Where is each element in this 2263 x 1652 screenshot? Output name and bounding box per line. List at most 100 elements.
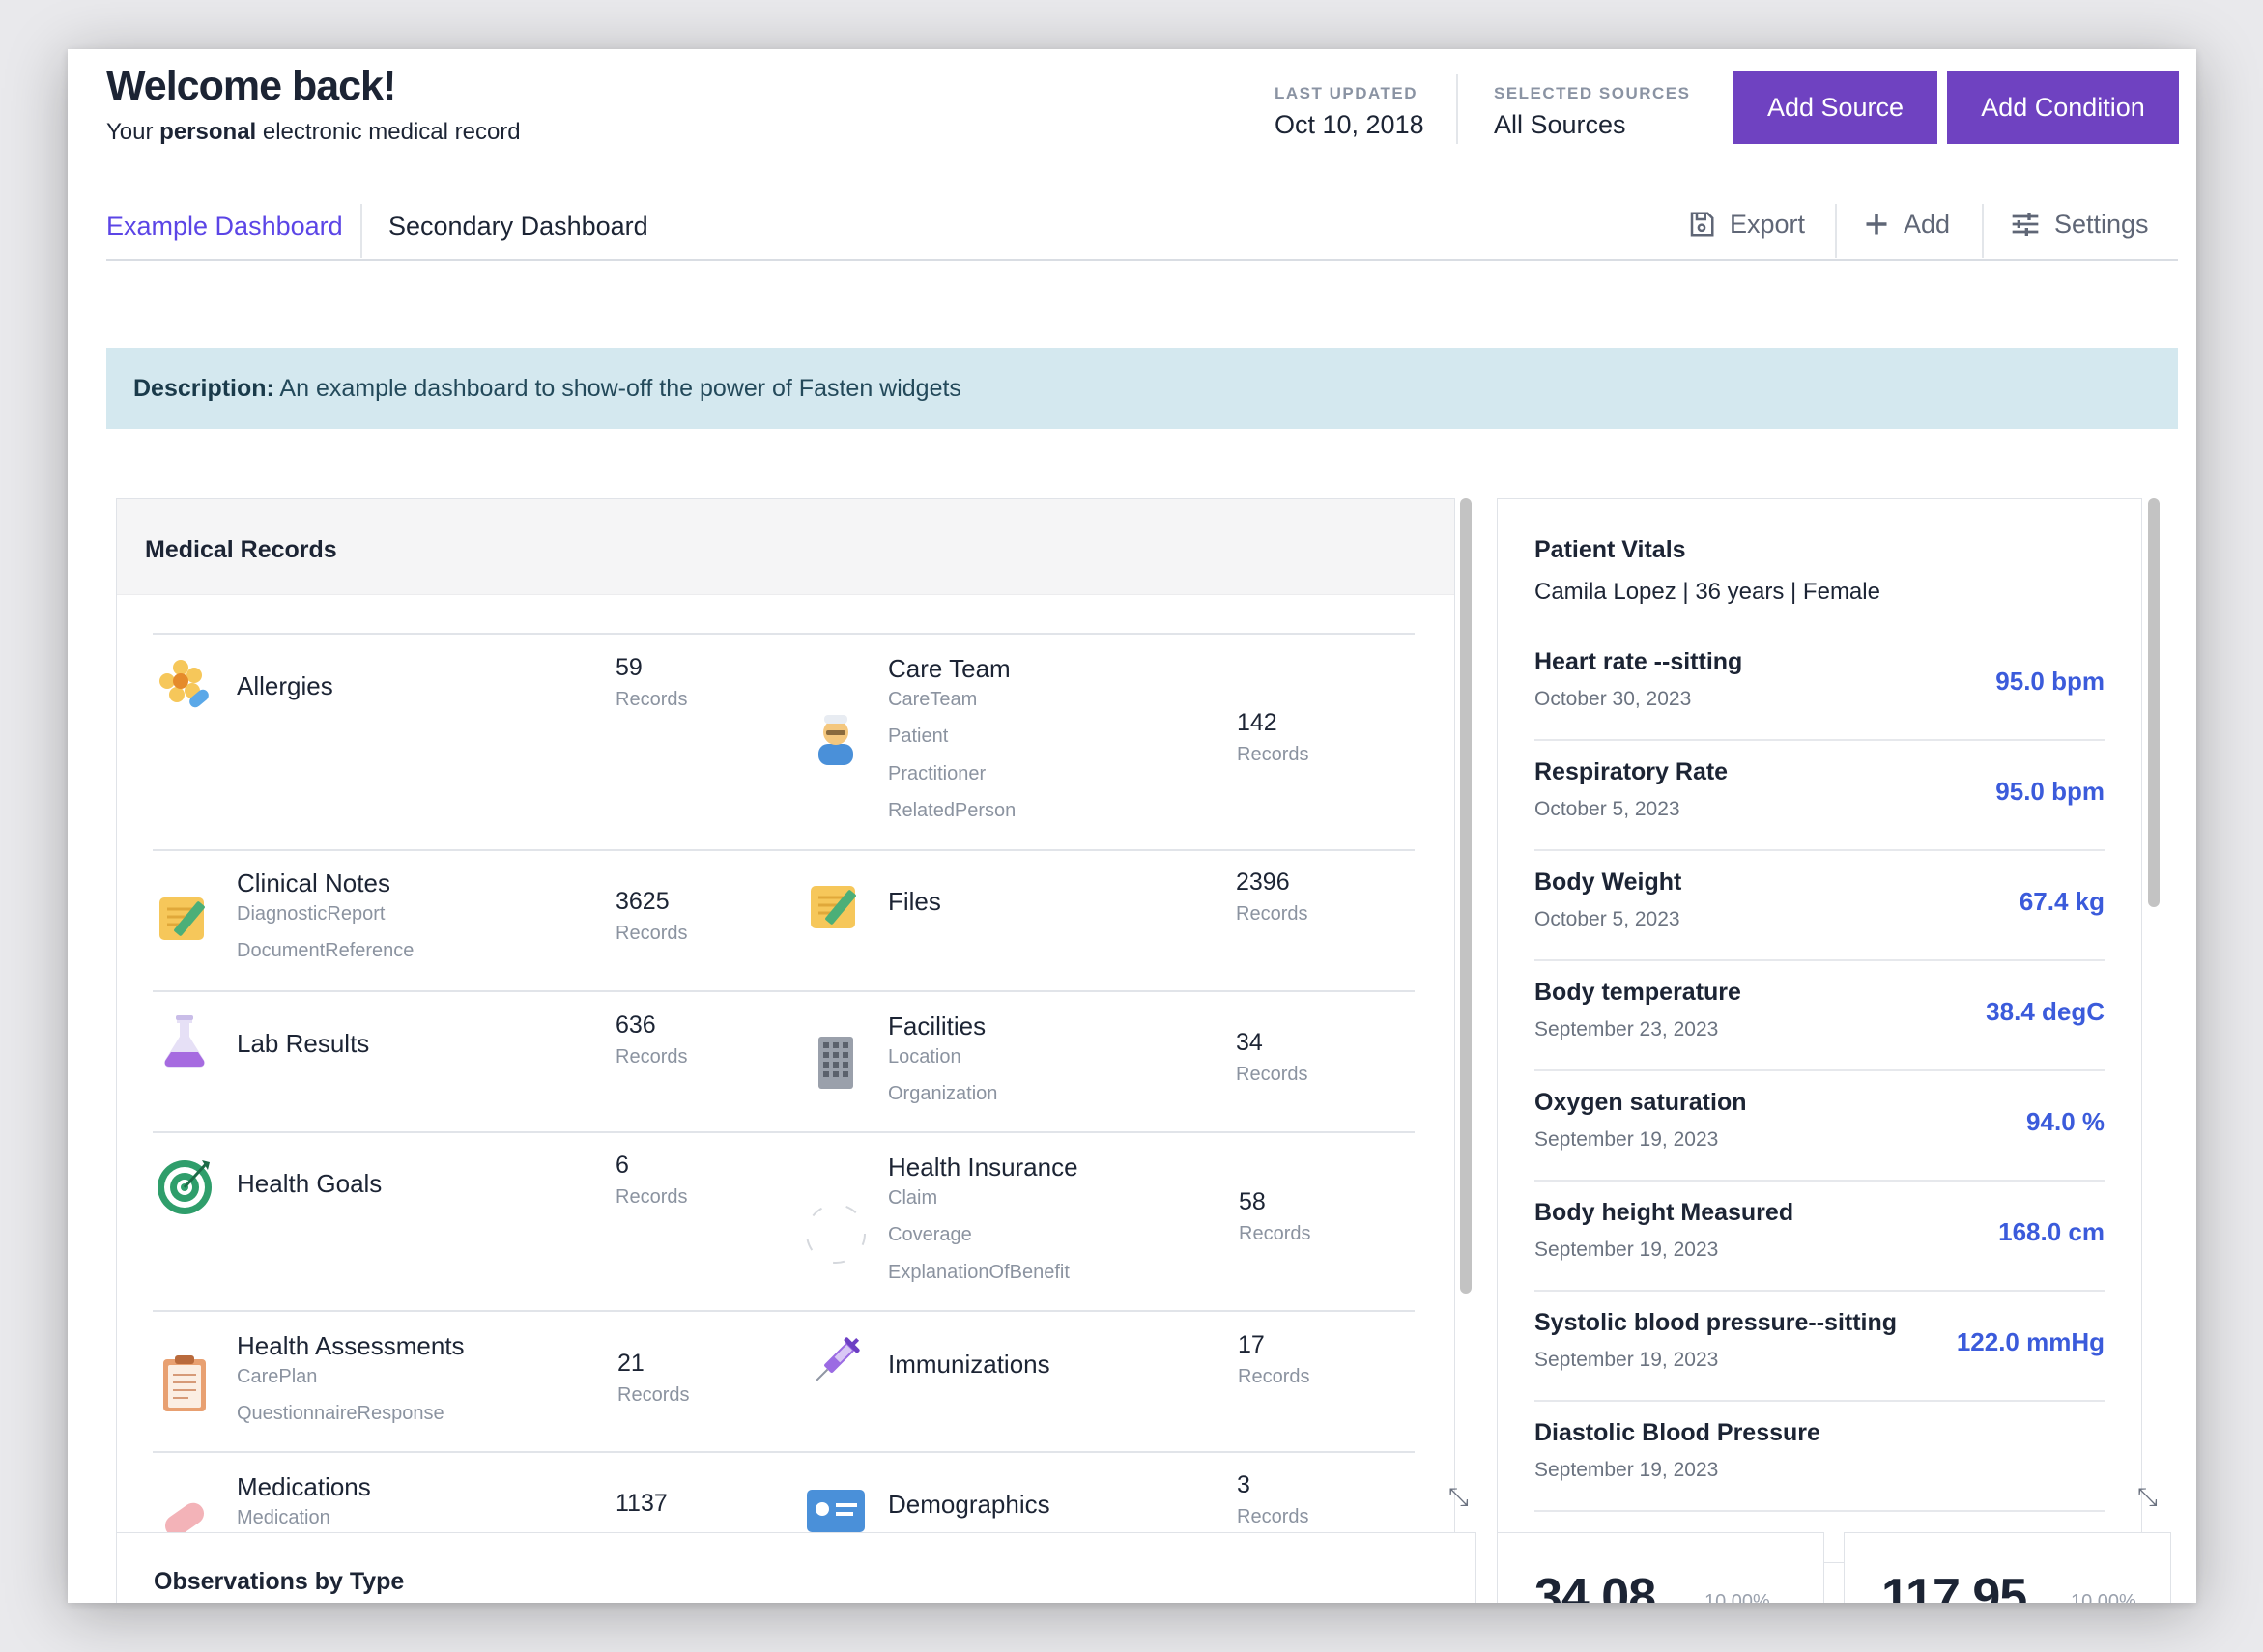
record-subtype: DiagnosticReport <box>237 903 386 925</box>
tab-divider <box>360 204 362 258</box>
header-divider <box>1456 74 1458 144</box>
record-count: 59 <box>616 654 643 681</box>
record-subtype: Organization <box>888 1083 998 1104</box>
target-icon <box>158 1160 212 1214</box>
record-count: 17 <box>1238 1331 1265 1358</box>
last-updated-label: LAST UPDATED <box>1275 84 1418 102</box>
vital-divider <box>1534 1510 2105 1512</box>
vital-divider <box>1534 849 2105 851</box>
export-label: Export <box>1730 209 1806 239</box>
description-banner: Description: An example dashboard to sho… <box>106 348 2178 429</box>
stat-value: 117.95 <box>1881 1569 2027 1603</box>
settings-label: Settings <box>2054 209 2149 239</box>
vital-divider <box>1534 1400 2105 1402</box>
medical-records-title: Medical Records <box>145 536 337 563</box>
record-count: 58 <box>1239 1188 1266 1215</box>
add-widget-button[interactable]: Add <box>1863 204 1950 244</box>
record-subtype: Coverage <box>888 1224 972 1245</box>
vitals-scrollbar[interactable] <box>2148 498 2160 907</box>
record-subtype: Practitioner <box>888 763 987 784</box>
page-subtitle: Your personal electronic medical record <box>106 119 521 146</box>
add-condition-button[interactable]: Add Condition <box>1947 71 2179 144</box>
vital-name: Body height Measured <box>1534 1199 1794 1226</box>
record-subtype: Medication <box>237 1507 330 1528</box>
record-name: Files <box>888 887 941 916</box>
vital-name: Respiratory Rate <box>1534 758 1729 785</box>
record-subtype: Patient <box>888 726 949 747</box>
vital-value: 94.0 % <box>2026 1107 2105 1136</box>
row-divider <box>153 990 1415 992</box>
record-count: 3 <box>1237 1471 1250 1498</box>
vital-value: 95.0 bpm <box>1995 777 2105 806</box>
selected-sources-label: SELECTED SOURCES <box>1494 84 1691 102</box>
clipboard-icon <box>163 1355 206 1411</box>
last-updated-value: Oct 10, 2018 <box>1275 110 1424 139</box>
plus-icon <box>1863 211 1890 238</box>
add-label: Add <box>1904 209 1951 239</box>
record-count-label: Records <box>1237 1506 1309 1527</box>
stat-widget: 34.08 10.00% <box>1497 1532 1824 1603</box>
vital-date: September 19, 2023 <box>1534 1459 1719 1481</box>
description-text: Description: An example dashboard to sho… <box>133 375 961 403</box>
flask-icon <box>164 1015 205 1068</box>
add-source-button[interactable]: Add Source <box>1733 71 1937 144</box>
vital-value: 67.4 kg <box>2019 887 2105 916</box>
record-count-label: Records <box>1236 1064 1308 1085</box>
record-name: Health Insurance <box>888 1153 1078 1182</box>
tab-secondary-dashboard[interactable]: Secondary Dashboard <box>388 212 648 242</box>
toolbar-divider <box>1982 204 1984 258</box>
record-count: 2396 <box>1236 869 1290 896</box>
patient-vitals-widget: Patient Vitals Camila Lopez | 36 years |… <box>1497 498 2142 1563</box>
stat-percent: 10.00% <box>1704 1591 1770 1603</box>
note-pencil-icon <box>159 897 205 940</box>
record-count: 3625 <box>616 888 670 915</box>
record-count-label: Records <box>616 923 688 944</box>
toolbar-divider <box>1835 204 1837 258</box>
vital-divider <box>1534 1069 2105 1071</box>
record-name: Care Team <box>888 654 1011 683</box>
record-name: Clinical Notes <box>237 869 390 897</box>
resize-handle-icon[interactable]: ⤡ <box>2137 1482 2158 1513</box>
export-button[interactable]: Export <box>1687 204 1805 244</box>
vital-value: 95.0 bpm <box>1995 667 2105 696</box>
record-name: Health Goals <box>237 1169 383 1198</box>
record-name: Medications <box>237 1472 371 1501</box>
row-divider <box>153 633 1415 635</box>
doctor-icon <box>818 715 853 765</box>
record-count: 34 <box>1236 1029 1263 1056</box>
tab-example-dashboard[interactable]: Example Dashboard <box>106 212 343 242</box>
row-divider <box>153 1451 1415 1453</box>
record-count-label: Records <box>1239 1223 1311 1244</box>
record-name: Facilities <box>888 1011 987 1040</box>
vital-value: 38.4 degC <box>1986 997 2105 1026</box>
resize-handle-icon[interactable]: ⤡ <box>1448 1482 1469 1513</box>
record-count-label: Records <box>1236 903 1308 925</box>
vital-divider <box>1534 1290 2105 1292</box>
syringe-icon <box>816 1337 860 1381</box>
vital-date: September 19, 2023 <box>1534 1128 1719 1151</box>
vital-date: October 30, 2023 <box>1534 688 1692 710</box>
vital-name: Body Weight <box>1534 869 1682 896</box>
medical-records-scrollbar[interactable] <box>1460 498 1472 1294</box>
vital-name: Heart rate --sitting <box>1534 648 1743 675</box>
record-subtype: QuestionnaireResponse <box>237 1403 444 1424</box>
vital-date: October 5, 2023 <box>1534 798 1680 820</box>
vital-name: Oxygen saturation <box>1534 1089 1747 1116</box>
subtitle-bold: personal <box>159 119 257 145</box>
record-count-label: Records <box>1238 1366 1310 1387</box>
medical-records-widget: Medical Records Allergies 59 Records Car… <box>116 498 1455 1563</box>
sliders-icon <box>2010 211 2041 238</box>
row-divider <box>153 1131 1415 1133</box>
settings-button[interactable]: Settings <box>2010 204 2149 244</box>
record-subtype: CarePlan <box>237 1366 318 1387</box>
note-pencil-icon <box>811 886 856 928</box>
record-count-label: Records <box>616 689 688 710</box>
vital-divider <box>1534 1180 2105 1182</box>
selected-sources-value[interactable]: All Sources <box>1494 110 1626 140</box>
observations-widget: Observations by Type <box>116 1532 1476 1603</box>
vital-divider <box>1534 959 2105 961</box>
observations-title: Observations by Type <box>154 1568 405 1595</box>
description-body: An example dashboard to show-off the pow… <box>273 375 961 402</box>
stat-percent: 10.00% <box>2071 1591 2136 1603</box>
record-subtype: Claim <box>888 1187 938 1209</box>
